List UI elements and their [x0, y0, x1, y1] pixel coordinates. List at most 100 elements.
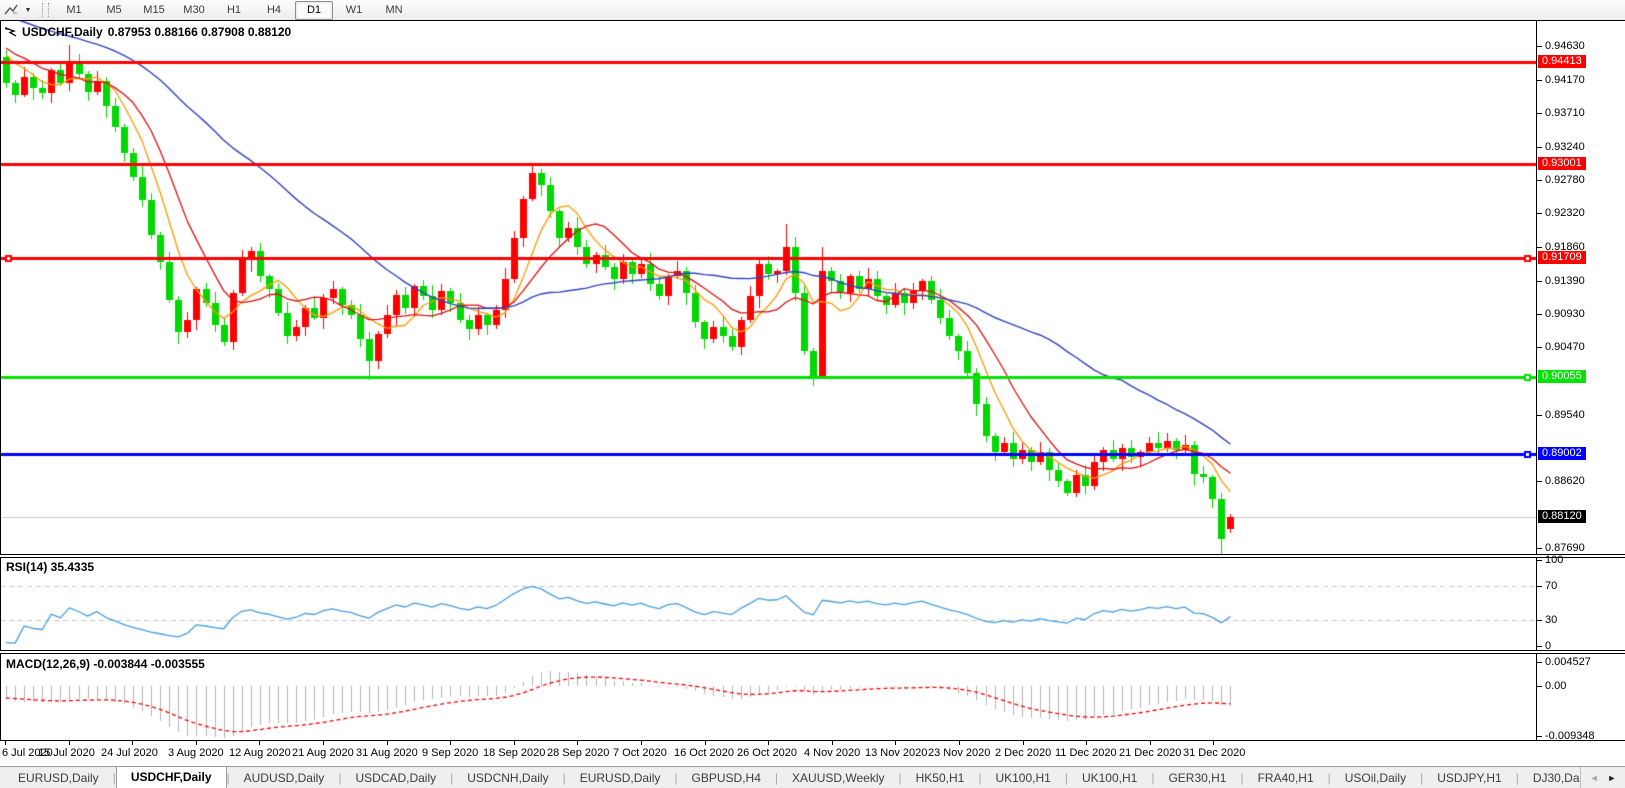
date-tick-mark	[577, 741, 578, 745]
price-tick-label-tick-mark	[1537, 347, 1542, 348]
tab-fra40-h1[interactable]: FRA40,H1	[1244, 767, 1328, 788]
mt4-terminal-window: ▼ M1M5M15M30H1H4D1W1MN USDCHF,Daily 0.87…	[0, 0, 1625, 788]
macd-pane-label: MACD(12,26,9) -0.003844 -0.003555	[6, 657, 205, 671]
price-level-badge: 0.93001	[1538, 157, 1586, 170]
date-axis-label: 23 Nov 2020	[928, 747, 990, 759]
rsi-indicator-canvas[interactable]	[0, 558, 1537, 650]
date-axis-label: 28 Sep 2020	[547, 747, 609, 759]
chart-tabs: EURUSD,Daily|USDCHF,Daily|AUDUSD,Daily|U…	[0, 767, 1585, 788]
price-tick-label-tick-mark	[1537, 481, 1542, 482]
date-axis-label: 2 Dec 2020	[995, 747, 1051, 759]
price-tick-label-tick-mark	[1537, 213, 1542, 214]
date-tick-mark	[5, 741, 6, 745]
tab-usdcnh-daily[interactable]: USDCNH,Daily	[453, 767, 562, 788]
date-tick-mark	[705, 741, 706, 745]
price-level-badge: 0.89002	[1538, 447, 1586, 460]
date-tick-mark	[450, 741, 451, 745]
date-axis-label: 13 Nov 2020	[865, 747, 927, 759]
price-tick-label: 0.94170	[1545, 74, 1585, 86]
rsi-tick-label: 70	[1545, 580, 1557, 592]
price-tick-label-tick-mark	[1537, 415, 1542, 416]
date-axis-label: 11 Dec 2020	[1055, 747, 1117, 759]
tab-gbpusd-h4[interactable]: GBPUSD,H4	[678, 767, 775, 788]
date-tick-mark	[1213, 741, 1214, 745]
price-tick-label-tick-mark	[1537, 46, 1542, 47]
timeframe-button-d1[interactable]: D1	[295, 1, 333, 20]
tab-xauusd-weekly[interactable]: XAUUSD,Weekly	[778, 767, 898, 788]
date-tick-mark	[768, 741, 769, 745]
date-tick-mark	[132, 741, 133, 745]
line-studies-icon[interactable]	[2, 2, 20, 18]
timeframe-button-m1[interactable]: M1	[55, 1, 93, 20]
date-tick-mark	[323, 741, 324, 745]
tab-audusd-daily[interactable]: AUDUSD,Daily	[230, 767, 339, 788]
price-tick-label: 0.92320	[1545, 207, 1585, 219]
date-axis-label: 9 Sep 2020	[422, 747, 478, 759]
date-axis[interactable]: 6 Jul 202015 Jul 202024 Jul 20203 Aug 20…	[0, 741, 1625, 766]
price-chart-canvas[interactable]	[0, 21, 1537, 555]
timeframe-button-h4[interactable]: H4	[255, 1, 293, 20]
rsi-panel-resize-handle[interactable]	[0, 554, 1625, 558]
price-tick-label-tick-mark	[1537, 247, 1542, 248]
rsi-tick-label-tick-mark	[1537, 560, 1542, 561]
date-axis-label: 18 Sep 2020	[483, 747, 545, 759]
price-tick-label-tick-mark	[1537, 113, 1542, 114]
date-axis-label: 31 Aug 2020	[356, 747, 418, 759]
tab-usdcad-daily[interactable]: USDCAD,Daily	[341, 767, 450, 788]
date-tick-mark	[832, 741, 833, 745]
macd-tick-label-tick-mark	[1537, 686, 1542, 687]
date-axis-label: 12 Aug 2020	[229, 747, 291, 759]
date-tick-mark	[514, 741, 515, 745]
macd-tick-label: -0.009348	[1545, 730, 1595, 742]
timeframe-button-h1[interactable]: H1	[215, 1, 253, 20]
tab-scrollers: ◄ ►	[1580, 767, 1625, 788]
timeframe-button-m15[interactable]: M15	[135, 1, 173, 20]
timeframe-button-mn[interactable]: MN	[375, 1, 413, 20]
current-price-badge: 0.88120	[1538, 510, 1586, 523]
price-tick-label: 0.87690	[1545, 542, 1585, 554]
tab-usoil-daily[interactable]: USOil,Daily	[1331, 767, 1420, 788]
price-tick-label: 0.90470	[1545, 341, 1585, 353]
price-tick-label: 0.93710	[1545, 107, 1585, 119]
rsi-tick-label-tick-mark	[1537, 586, 1542, 587]
tab-usdchf-daily[interactable]: USDCHF,Daily	[116, 767, 227, 788]
price-tick-label-tick-mark	[1537, 147, 1542, 148]
timeframe-button-m5[interactable]: M5	[95, 1, 133, 20]
timeframe-button-w1[interactable]: W1	[335, 1, 373, 20]
date-axis-label: 16 Oct 2020	[674, 747, 734, 759]
macd-panel-resize-handle[interactable]	[0, 650, 1625, 654]
price-tick-label: 0.93240	[1545, 141, 1585, 153]
price-axis-separator[interactable]	[1536, 21, 1537, 741]
date-axis-label: 3 Aug 2020	[168, 747, 224, 759]
tab-eurusd-daily[interactable]: EURUSD,Daily	[566, 767, 675, 788]
macd-tick-label: 0.00	[1545, 680, 1566, 692]
date-tick-mark	[387, 741, 388, 745]
price-level-badge: 0.94413	[1538, 55, 1586, 68]
tab-usdjpy-h1[interactable]: USDJPY,H1	[1423, 767, 1515, 788]
tab-ger30-h1[interactable]: GER30,H1	[1154, 767, 1240, 788]
toolbar-dropdown-caret-icon[interactable]: ▼	[22, 7, 34, 14]
price-tick-label-tick-mark	[1537, 281, 1542, 282]
timeframe-button-m30[interactable]: M30	[175, 1, 213, 20]
price-tick-label: 0.92780	[1545, 174, 1585, 186]
macd-tick-label: 0.004527	[1545, 656, 1591, 668]
date-tick-mark	[69, 741, 70, 745]
tab-scroll-right-icon[interactable]: ►	[1607, 773, 1616, 783]
tab-scroll-left-icon[interactable]: ◄	[1590, 773, 1599, 783]
rsi-tick-label-tick-mark	[1537, 620, 1542, 621]
date-axis-label: 4 Nov 2020	[804, 747, 860, 759]
tab-uk100-h1[interactable]: UK100,H1	[1068, 767, 1151, 788]
date-tick-mark	[1150, 741, 1151, 745]
tab-hk50-h1[interactable]: HK50,H1	[902, 767, 979, 788]
tab-eurusd-daily[interactable]: EURUSD,Daily	[4, 767, 113, 788]
date-tick-mark	[259, 741, 260, 745]
date-axis-label: 21 Dec 2020	[1119, 747, 1181, 759]
toolbar-grip-handle[interactable]	[42, 3, 49, 17]
rsi-tick-label: 30	[1545, 614, 1557, 626]
tab-uk100-h1[interactable]: UK100,H1	[981, 767, 1064, 788]
date-axis-label: 26 Oct 2020	[737, 747, 797, 759]
date-axis-label: 15 Jul 2020	[38, 747, 95, 759]
tab-dj30-daily[interactable]: DJ30,Daily	[1519, 767, 1585, 788]
macd-indicator-canvas[interactable]	[0, 654, 1537, 740]
rsi-tick-label: 0	[1545, 640, 1551, 652]
